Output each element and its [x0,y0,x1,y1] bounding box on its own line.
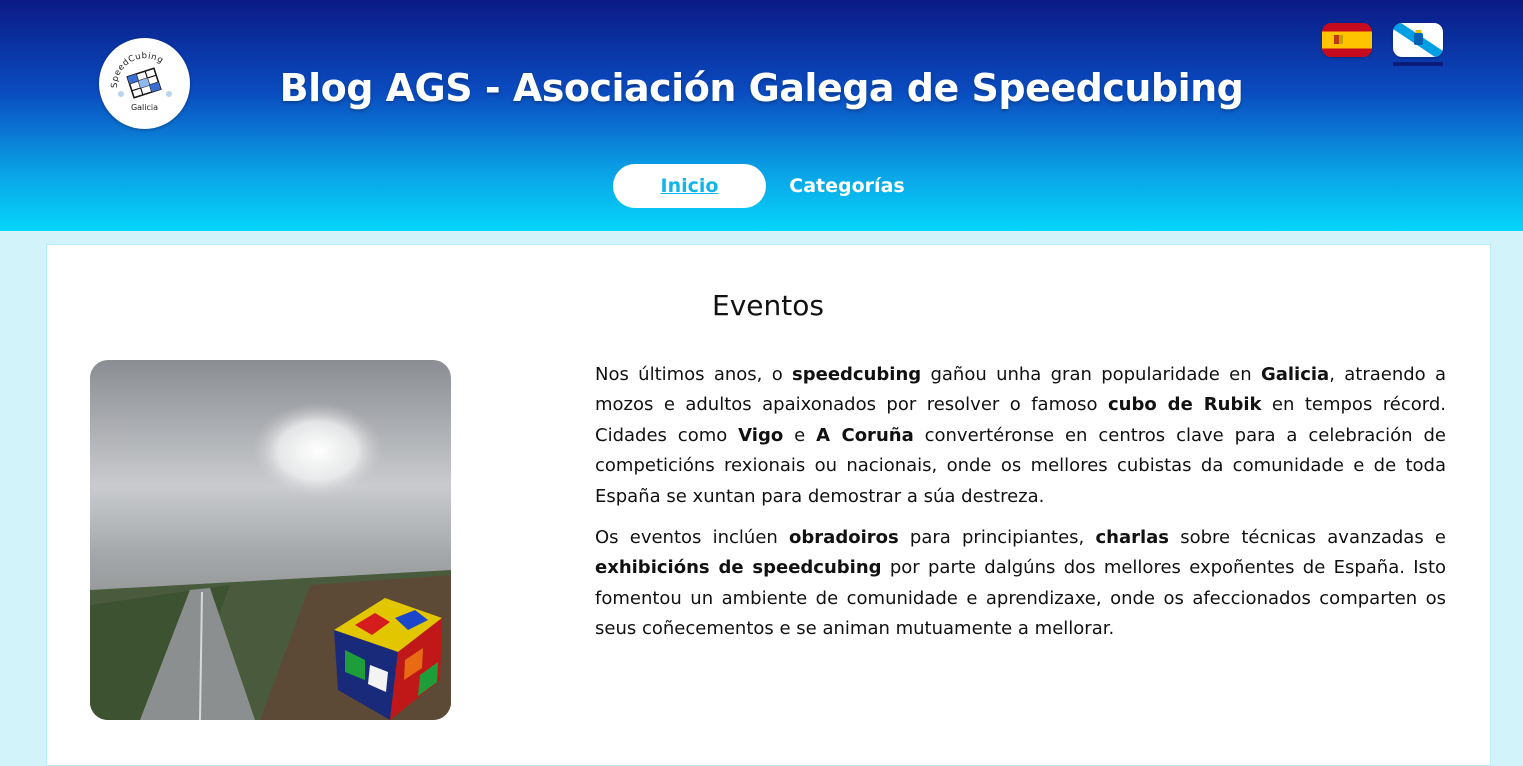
active-language-indicator [1393,62,1443,66]
site-header: SpeedCubing Galicia Blog AGS - Asociació… [0,0,1523,231]
site-title: Blog AGS - Asociación Galega de Speedcub… [279,66,1244,110]
rubik-cube-rainy-window-photo [90,360,451,720]
nav-item-categorias[interactable]: Categorías [780,164,914,208]
paragraph-2: Os eventos inclúen obradoiros para princ… [595,527,1447,640]
galician-flag-icon[interactable] [1393,23,1443,57]
spanish-flag-icon[interactable] [1322,23,1372,57]
nav-item-inicio[interactable]: Inicio [613,164,766,208]
main-nav: Inicio Categorías [0,164,1523,208]
paragraph-1: Nos últimos anos, o speedcubing gañou un… [595,364,1447,507]
section-title: Eventos [712,289,824,322]
article-body: Nos últimos anos, o speedcubing gañou un… [595,360,1446,656]
